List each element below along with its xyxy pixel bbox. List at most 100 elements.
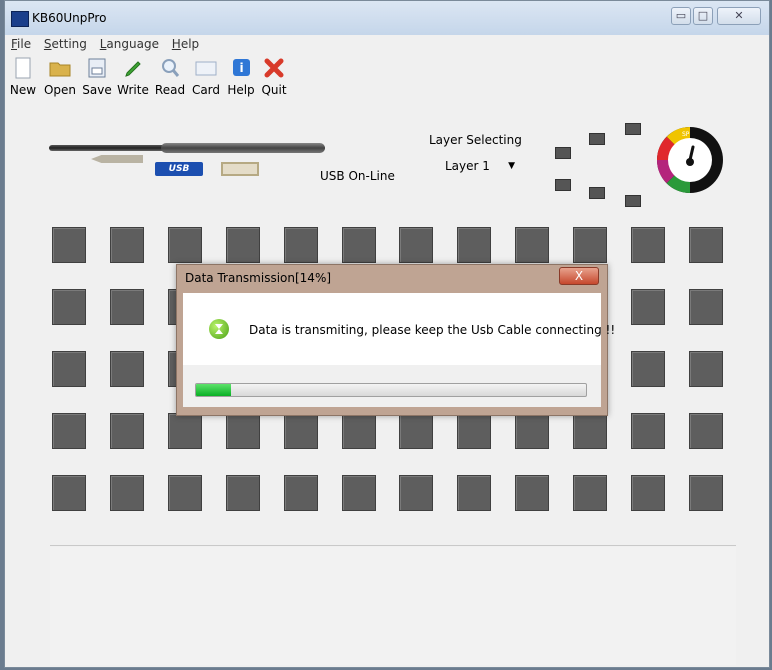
maximize-button[interactable]: □ [693,7,713,25]
key-cell[interactable] [283,227,318,263]
help-button[interactable]: i Help [225,56,257,97]
key-cell[interactable] [631,227,665,263]
menu-setting[interactable]: Setting [44,37,87,51]
new-button[interactable]: New [7,56,39,97]
key-cell[interactable] [52,475,86,511]
open-button[interactable]: Open [41,56,79,97]
key-cell[interactable] [688,289,723,325]
open-label: Open [43,83,77,97]
key-cell[interactable] [688,227,723,263]
quit-button[interactable]: Quit [259,56,289,97]
write-button[interactable]: Write [115,56,151,97]
key-cell[interactable] [341,227,376,263]
key-cell[interactable] [399,227,434,263]
key-cell[interactable] [109,475,144,511]
ring-key[interactable] [555,147,571,159]
key-cell[interactable] [399,413,434,449]
window-title: KB60UnpPro [32,11,107,25]
card-icon [193,56,219,80]
svg-text:i: i [239,61,243,75]
key-cell[interactable] [457,475,492,511]
read-button[interactable]: Read [153,56,187,97]
read-label: Read [154,83,186,97]
key-cell[interactable] [631,351,665,387]
key-cell[interactable] [283,413,318,449]
hourglass-icon [209,319,229,339]
key-cell[interactable] [688,351,723,387]
menu-bar: File Setting Language Help [11,37,208,55]
transmission-dialog: Data Transmission[14%] X Data is transmi… [176,264,615,416]
key-cell[interactable] [631,413,665,449]
key-cell[interactable] [167,413,202,449]
info-icon: i [228,56,254,80]
dialog-message: Data is transmiting, please keep the Usb… [249,323,616,337]
arrow-icon [91,155,143,163]
magnifier-icon [157,56,183,80]
key-cell[interactable] [52,227,86,263]
key-cell[interactable] [167,475,202,511]
close-window-button[interactable]: ✕ [717,7,761,25]
key-cell[interactable] [573,413,608,449]
divider [50,545,736,546]
new-file-icon [10,56,36,80]
save-button[interactable]: Save [81,56,113,97]
pencil-icon [120,56,146,80]
key-cell[interactable] [225,227,260,263]
key-cell[interactable] [631,289,665,325]
ring-key[interactable] [625,123,641,135]
dialog-body: Data is transmiting, please keep the Usb… [183,293,615,407]
progress-bar [195,383,587,397]
ring-key[interactable] [555,179,571,191]
chevron-down-icon: ▼ [508,161,515,171]
help-label: Help [227,83,255,97]
key-cell[interactable] [52,351,86,387]
close-icon [261,56,287,80]
key-cell[interactable] [457,227,492,263]
menu-language[interactable]: Language [100,37,159,51]
layer-label: Layer Selecting [429,133,522,147]
key-cell[interactable] [457,413,492,449]
minimize-button[interactable]: ▭ [671,7,691,25]
key-cell[interactable] [515,227,550,263]
key-cell[interactable] [688,475,723,511]
card-button[interactable]: Card [189,56,223,97]
key-cell[interactable] [225,413,260,449]
dial-knob[interactable]: SP [655,125,725,195]
menu-help[interactable]: Help [172,37,199,51]
dialog-close-button[interactable]: X [559,267,599,285]
key-cell[interactable] [399,475,434,511]
key-cell[interactable] [109,289,144,325]
usb-port-icon [221,162,259,176]
key-cell[interactable] [341,413,376,449]
menu-file[interactable]: File [11,37,31,51]
title-bar: KB60UnpPro ▭ □ ✕ [5,1,769,35]
ring-key[interactable] [625,195,641,207]
key-cell[interactable] [573,475,608,511]
key-cell[interactable] [573,227,608,263]
key-cell[interactable] [109,227,144,263]
ring-key[interactable] [589,133,605,145]
key-cell[interactable] [631,475,665,511]
layer-select-value: Layer 1 [445,159,490,173]
key-cell[interactable] [52,289,86,325]
folder-icon [47,56,73,80]
save-icon [84,56,110,80]
key-cell[interactable] [167,227,202,263]
ring-key[interactable] [589,187,605,199]
key-cell[interactable] [283,475,318,511]
key-cell[interactable] [109,351,144,387]
layer-select[interactable]: Layer 1 ▼ [437,155,523,177]
key-cell[interactable] [688,413,723,449]
key-cell[interactable] [515,475,550,511]
key-cell[interactable] [515,413,550,449]
key-cell[interactable] [225,475,260,511]
key-cell[interactable] [52,413,86,449]
status-area [50,547,736,665]
save-label: Save [82,83,112,97]
usb-status: USB On-Line [320,169,395,183]
key-cell[interactable] [109,413,144,449]
key-cell[interactable] [341,475,376,511]
card-label: Card [191,83,221,97]
usb-cable-plug [161,143,325,153]
dial-label: SP [682,131,690,138]
